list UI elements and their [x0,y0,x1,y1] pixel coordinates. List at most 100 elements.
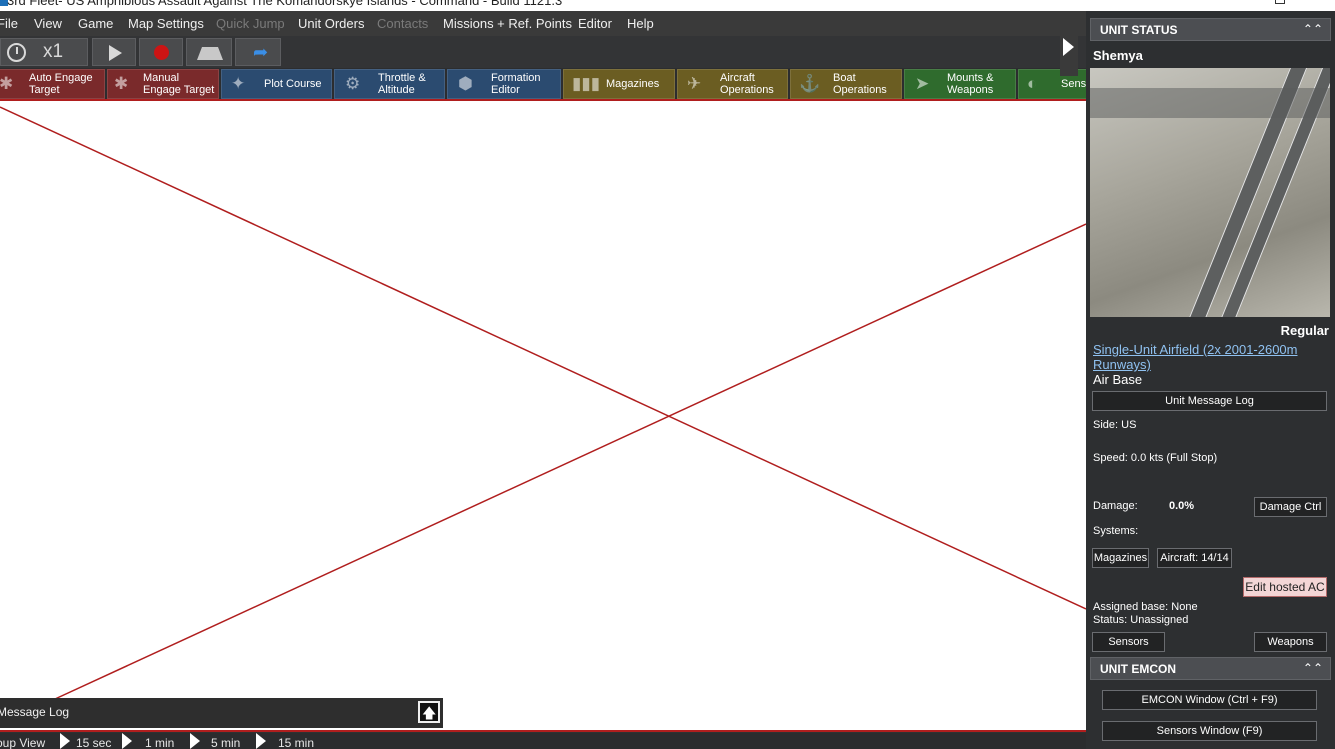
message-log-bar: Message Log 🡅 [0,698,443,728]
record-icon [154,45,169,60]
step-15-min[interactable]: 15 min [278,736,314,749]
aircraft-operations-button[interactable]: ✈ Aircraft Operations [677,69,788,99]
side-label: Side: US [1093,419,1137,431]
aircraft-icon: ✈ [687,74,702,93]
expand-message-log-button[interactable]: 🡅 [418,701,440,723]
collapse-panel-button[interactable] [1060,18,1078,76]
menu-editor[interactable]: Editor [578,16,612,31]
menu-map-settings[interactable]: Map Settings [128,16,204,31]
message-log-title: Message Log [0,705,70,719]
formation-icon: ⬢ [458,74,473,93]
systems-label: Systems: [1093,525,1139,537]
menu-bar: File View Game Map Settings Quick Jump U… [0,11,1086,36]
unit-orders-bar: ✱ Auto Engage Target ✱ Manual Engage Targe… [0,68,1086,99]
unit-type: Air Base [1093,372,1143,387]
map-line [0,106,1086,610]
group-view-label[interactable]: oup View [0,736,45,749]
sensors-window-button[interactable]: Sensors Window (F9) [1102,721,1317,741]
missile-icon: ➤ [915,74,930,93]
step-5-min[interactable]: 5 min [211,736,240,749]
restore-window-icon[interactable] [1275,0,1285,4]
assigned-base: Assigned base: None [1093,601,1198,613]
manual-engage-target-button[interactable]: ✱ Manual Engage Target [107,69,219,99]
throttle-altitude-button[interactable]: ⚙ Throttle & Altitude [334,69,445,99]
unit-emcon-header[interactable]: UNIT EMCON ⌃⌃ [1090,657,1331,680]
assignment-status: Status: Unassigned [1093,614,1189,626]
menu-quick-jump[interactable]: Quick Jump [216,16,285,31]
sensors-panel-button[interactable]: Sensors [1092,632,1165,652]
map-line [54,223,1086,700]
play-step-icon[interactable] [60,733,70,749]
unit-name: Shemya [1093,48,1143,63]
time-compression-button[interactable]: x1 [0,38,88,66]
map-canvas [0,106,1086,700]
order-label-2: Altitude [378,84,415,96]
ammo-icon: ▮▮▮ [572,74,601,93]
terrain-icon [197,47,223,60]
compass-icon: ✦ [231,74,246,93]
mounts-weapons-button[interactable]: ➤ Mounts & Weapons [904,69,1016,99]
window-title: 3rd Fleet- US Amphibious Assault Against… [7,0,563,8]
order-label-1: Formation [491,72,541,84]
arrow-up-icon: 🡅 [422,705,437,721]
unit-emcon-title: UNIT EMCON [1100,662,1176,676]
order-label-1: Aircraft [720,72,755,84]
order-label-1: Manual [143,72,180,84]
formation-editor-button[interactable]: ⬢ Formation Editor [447,69,561,99]
unit-message-log-button[interactable]: Unit Message Log [1092,391,1327,411]
menu-file[interactable]: File [0,16,18,31]
order-label-1: Plot Course [264,78,322,90]
emcon-window-button[interactable]: EMCON Window (Ctrl + F9) [1102,690,1317,710]
time-compression-value: x1 [43,41,64,62]
boat-operations-button[interactable]: ⚓ Boat Operations [790,69,902,99]
damage-label: Damage: [1093,500,1138,512]
plot-course-button[interactable]: ✦ Plot Course [221,69,332,99]
gear-icon: ✱ [0,74,14,93]
play-button[interactable] [92,38,136,66]
menu-unit-orders[interactable]: Unit Orders [298,16,364,31]
order-label-1: Boat [833,72,856,84]
order-label-2: Operations [833,84,887,96]
aircraft-panel-button[interactable]: Aircraft: 14/14 [1157,548,1232,568]
step-15-sec[interactable]: 15 sec [76,736,111,749]
menu-missions[interactable]: Missions + Ref. Points [443,16,572,31]
chevron-right-icon [1063,38,1074,56]
throttle-icon: ⚙ [345,74,361,93]
step-1-min[interactable]: 1 min [145,736,174,749]
record-button[interactable] [139,38,183,66]
menu-help[interactable]: Help [627,16,654,31]
order-label-1: Magazines [606,78,660,90]
damage-ctrl-button[interactable]: Damage Ctrl [1254,497,1327,517]
unit-class-link[interactable]: Single-Unit Airfield (2x 2001-2600m Runw… [1093,342,1329,372]
proficiency: Regular [1280,323,1329,338]
order-label-2: Engage Target [143,84,215,96]
jump-button[interactable]: ➦ [235,38,281,66]
speed-label: Speed: 0.0 kts (Full Stop) [1093,452,1218,464]
boat-icon: ⚓ [799,74,821,93]
gear-icon: ✱ [114,74,129,93]
order-label-1: Auto Engage [29,72,93,84]
radar-icon: ◐ [1027,74,1038,93]
collapse-up-icon: ⌃⌃ [1302,22,1323,36]
menu-game[interactable]: Game [78,16,113,31]
play-step-icon[interactable] [190,733,200,749]
menu-contacts[interactable]: Contacts [377,16,428,31]
menu-view[interactable]: View [34,16,62,31]
magazines-button[interactable]: ▮▮▮ Magazines [563,69,675,99]
edit-hosted-ac-button[interactable]: Edit hosted AC [1243,577,1327,597]
auto-engage-target-button[interactable]: ✱ Auto Engage Target [0,69,105,99]
order-label-2: Operations [720,84,774,96]
collapse-up-icon: ⌃⌃ [1302,661,1323,675]
magazines-panel-button[interactable]: Magazines [1092,548,1149,568]
play-step-icon[interactable] [122,733,132,749]
unit-status-header[interactable]: UNIT STATUS ⌃⌃ [1090,18,1331,41]
order-label-2: Editor [491,84,520,96]
play-step-icon[interactable] [256,733,266,749]
map-view[interactable] [0,99,1086,732]
damage-value: 0.0% [1169,500,1195,512]
weapons-panel-button[interactable]: Weapons [1254,632,1327,652]
terrain-view-button[interactable] [186,38,232,66]
time-toolbar: x1 ➦ [0,36,1086,68]
play-icon [109,45,122,61]
order-label-1: Sens [1061,78,1086,90]
